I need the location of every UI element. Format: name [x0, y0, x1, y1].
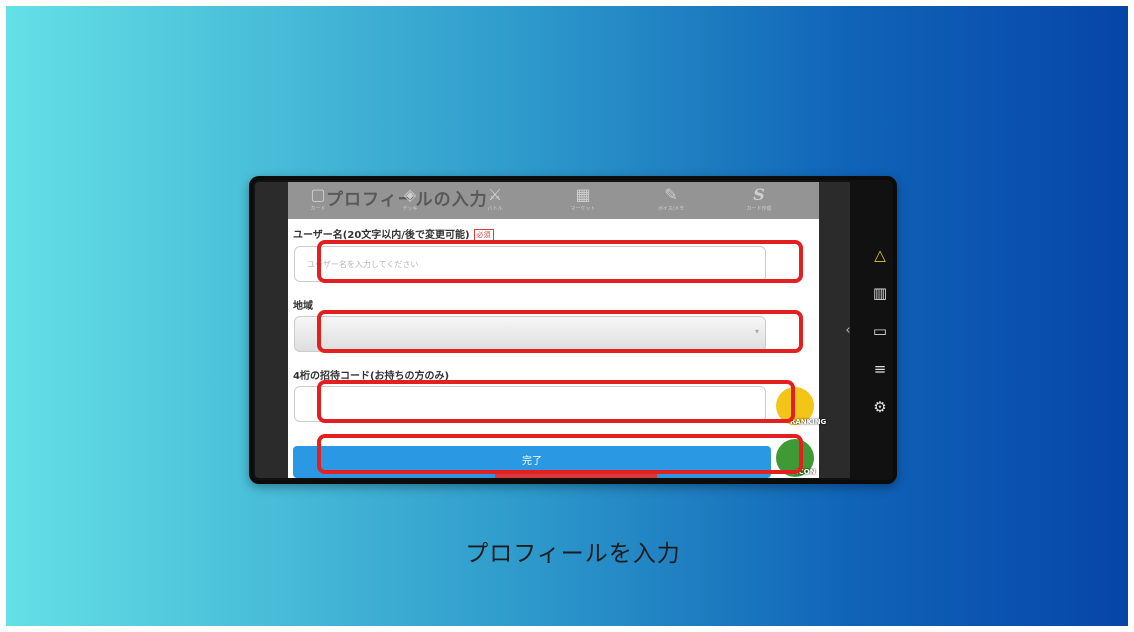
card-icon: ▢ [310, 185, 326, 204]
phone-frame: ユーザー名(20文字以内/後で変更可能) 必須 ユーザー名を入力してください 地域… [249, 176, 897, 484]
map-icon[interactable]: ▥ [870, 283, 890, 303]
nav-battle[interactable]: ⚔ バトル [465, 185, 525, 213]
app-screen: ユーザー名(20文字以内/後で変更可能) 必須 ユーザー名を入力してください 地域… [255, 182, 850, 478]
triangle-icon[interactable]: △ [870, 245, 890, 265]
wallet-icon[interactable]: ▭ [870, 321, 890, 341]
username-label: ユーザー名(20文字以内/後で変更可能) 必須 [293, 226, 494, 241]
home-indicator [495, 474, 657, 478]
s-logo-icon: S [753, 185, 765, 204]
battle-icon: ⚔ [487, 185, 503, 204]
pen-icon: ✎ [664, 185, 678, 204]
nav-create[interactable]: S カード作成 [729, 185, 789, 213]
gear-icon[interactable]: ⚙ [870, 397, 890, 417]
profile-form: ユーザー名(20文字以内/後で変更可能) 必須 ユーザー名を入力してください 地域… [288, 182, 819, 478]
ranking-caption: RANKING [790, 418, 827, 426]
nav-deck[interactable]: ◈ デッキ [380, 185, 440, 213]
invite-code-input[interactable] [294, 386, 766, 422]
nav-deck-label: デッキ [402, 206, 418, 212]
required-badge: 必須 [473, 229, 494, 241]
invite-code-label: 4桁の招待コード(お持ちの方のみ) [293, 371, 450, 382]
nav-card[interactable]: ▢ カード [288, 185, 348, 213]
username-placeholder: ユーザー名を入力してください [307, 260, 419, 269]
shop-icon: ▦ [575, 185, 591, 204]
top-navigation: プロフィールの入力 ▢ カード ◈ デッキ ⚔ バトル ▦ マーケット ✎ ボイ… [288, 182, 819, 219]
nav-card-label: カード [310, 206, 326, 212]
icon-caption: ICON [796, 468, 816, 476]
nav-create-label: カード作成 [746, 206, 772, 212]
nav-market[interactable]: ▦ マーケット [553, 185, 613, 213]
chevron-left-icon[interactable]: ‹ [838, 321, 858, 341]
nav-voice[interactable]: ✎ ボイス/メモ [641, 185, 701, 213]
username-label-text: ユーザー名(20文字以内/後で変更可能) [293, 230, 470, 241]
region-label: 地域 [293, 301, 313, 312]
deck-icon: ◈ [403, 185, 417, 204]
slide-background: ユーザー名(20文字以内/後で変更可能) 必須 ユーザー名を入力してください 地域… [6, 6, 1128, 626]
nav-market-label: マーケット [570, 206, 596, 212]
nav-voice-label: ボイス/メモ [657, 206, 685, 212]
username-input[interactable]: ユーザー名を入力してください [294, 246, 766, 282]
slide-caption: プロフィールを入力 [465, 541, 681, 567]
nav-battle-label: バトル [487, 206, 503, 212]
region-select[interactable]: ▾ [294, 316, 766, 352]
chevron-down-icon: ▾ [754, 327, 759, 336]
menu-icon[interactable]: ≡ [870, 359, 890, 379]
